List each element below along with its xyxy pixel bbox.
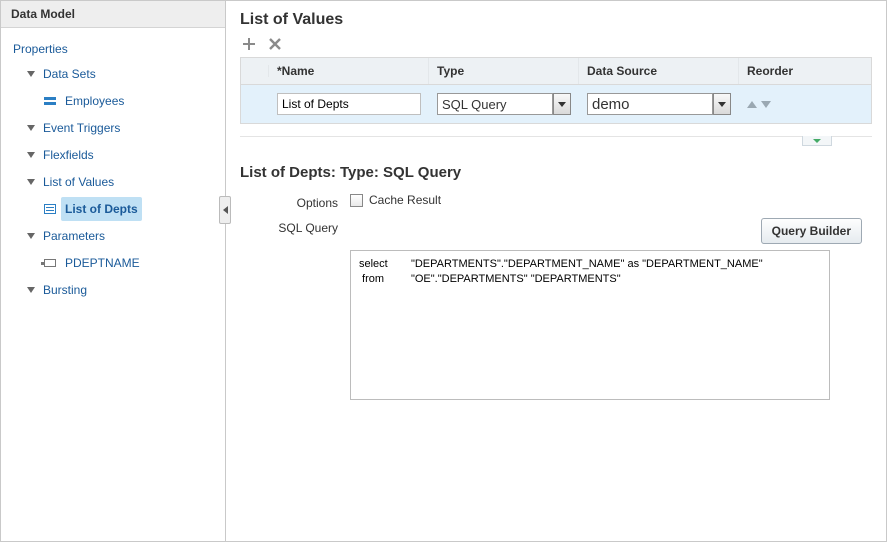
main-panel: List of Values *Name Type Data Source Re… xyxy=(226,1,886,541)
detail-heading: List of Depts: Type: SQL Query xyxy=(226,150,886,189)
sidebar-title: Data Model xyxy=(1,1,225,28)
col-type: Type xyxy=(429,58,579,84)
caret-icon[interactable] xyxy=(27,152,35,158)
tree-parameters[interactable]: Parameters xyxy=(39,224,109,248)
move-up-icon[interactable] xyxy=(747,101,757,108)
add-button[interactable] xyxy=(240,35,258,53)
close-icon xyxy=(268,37,282,51)
chevron-down-icon xyxy=(718,102,726,107)
lov-table: *Name Type Data Source Reorder SQL Query xyxy=(240,57,872,124)
lov-heading: List of Values xyxy=(226,1,886,35)
caret-icon[interactable] xyxy=(27,71,35,77)
caret-icon[interactable] xyxy=(27,233,35,239)
col-name: *Name xyxy=(269,58,429,84)
chevron-down-icon xyxy=(558,102,566,107)
parameter-icon xyxy=(43,256,57,270)
tree-pdeptname[interactable]: PDEPTNAME xyxy=(61,251,144,275)
tree-bursting[interactable]: Bursting xyxy=(39,278,91,302)
collapse-toggle[interactable] xyxy=(802,136,832,146)
tree-data-sets[interactable]: Data Sets xyxy=(39,62,100,86)
lov-toolbar xyxy=(226,35,886,57)
sql-query-label: SQL Query xyxy=(240,218,350,235)
tree-properties[interactable]: Properties xyxy=(13,42,68,56)
col-reorder: Reorder xyxy=(739,58,869,84)
type-dropdown-button[interactable] xyxy=(553,93,571,115)
caret-icon[interactable] xyxy=(27,179,35,185)
options-label: Options xyxy=(240,193,350,210)
dataset-icon xyxy=(43,94,57,108)
data-source-dropdown-button[interactable] xyxy=(713,93,731,115)
plus-icon xyxy=(241,36,257,52)
chevron-down-icon xyxy=(813,139,821,143)
tree: Properties Data Sets Employees Event Tri… xyxy=(1,28,225,305)
move-down-icon[interactable] xyxy=(761,101,771,108)
caret-icon[interactable] xyxy=(27,287,35,293)
table-header: *Name Type Data Source Reorder xyxy=(241,58,871,85)
name-input[interactable] xyxy=(277,93,421,115)
query-builder-button[interactable]: Query Builder xyxy=(761,218,862,244)
tree-event-triggers[interactable]: Event Triggers xyxy=(39,116,124,140)
tree-list-of-depts[interactable]: List of Depts xyxy=(61,197,142,221)
cache-result-label: Cache Result xyxy=(369,193,441,207)
panel-divider xyxy=(240,136,872,150)
col-data-source: Data Source xyxy=(579,58,739,84)
caret-icon[interactable] xyxy=(27,125,35,131)
tree-employees[interactable]: Employees xyxy=(61,89,128,113)
lov-icon xyxy=(43,202,57,216)
tree-flexfields[interactable]: Flexfields xyxy=(39,143,98,167)
delete-button[interactable] xyxy=(266,35,284,53)
data-source-select[interactable]: demo xyxy=(587,93,713,115)
splitter-handle[interactable] xyxy=(219,196,231,224)
chevron-left-icon xyxy=(223,206,228,214)
cache-result-checkbox[interactable] xyxy=(350,194,363,207)
tree-list-of-values[interactable]: List of Values xyxy=(39,170,118,194)
sidebar: Data Model Properties Data Sets Employee… xyxy=(1,1,226,541)
sql-query-textarea[interactable] xyxy=(350,250,830,400)
reorder-controls[interactable] xyxy=(747,101,861,108)
type-select[interactable]: SQL Query xyxy=(437,93,553,115)
table-row[interactable]: SQL Query demo xyxy=(241,85,871,123)
